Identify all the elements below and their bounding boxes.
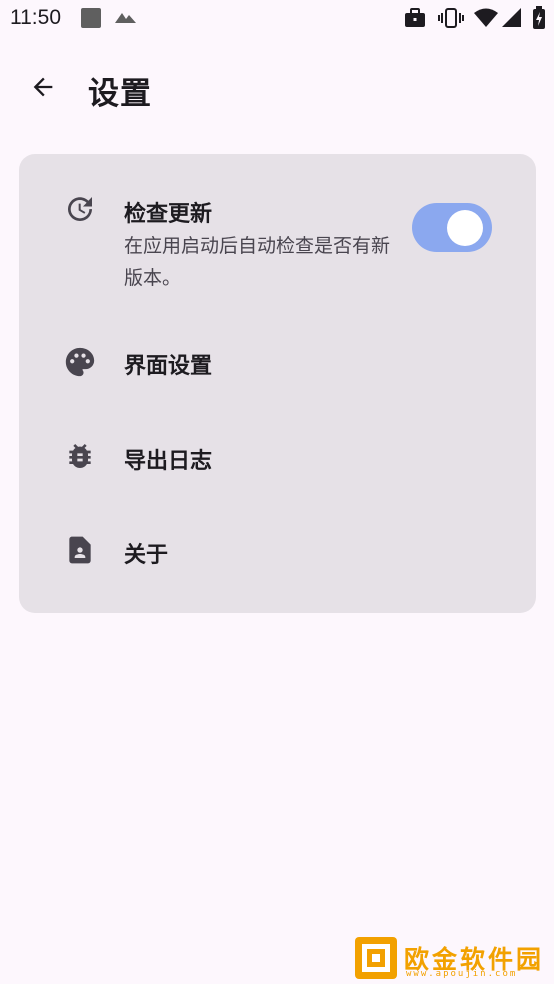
update-history-icon <box>63 192 97 226</box>
signal-app-icon <box>114 9 138 29</box>
bug-icon <box>63 439 97 473</box>
setting-description: 在应用启动后自动检查是否有新版本。 <box>124 235 391 289</box>
app-notification-icon <box>80 7 102 33</box>
watermark: 欧金软件园 www.apoujin.com <box>354 936 549 982</box>
page-title: 设置 <box>88 76 152 112</box>
palette-icon <box>63 345 97 379</box>
status-time: 11:50 <box>10 6 61 29</box>
briefcase-icon <box>404 8 426 32</box>
watermark-url: www.apoujin.com <box>406 969 518 979</box>
settings-card: 检查更新 在应用启动后自动检查是否有新版本。 界面设置 导出日志 关于 <box>19 154 536 613</box>
arrow-back-icon <box>29 73 57 105</box>
cell-signal-icon <box>502 8 522 32</box>
vibrate-icon <box>438 8 464 32</box>
battery-charging-icon <box>532 6 546 34</box>
contact-page-icon <box>63 533 97 567</box>
wifi-icon <box>474 8 498 32</box>
setting-interface[interactable]: 界面设置 <box>19 314 536 408</box>
setting-title: 导出日志 <box>124 449 213 474</box>
setting-export-log[interactable]: 导出日志 <box>19 410 536 504</box>
setting-title: 检查更新 <box>124 202 213 227</box>
toggle-thumb <box>447 210 483 246</box>
setting-about[interactable]: 关于 <box>19 504 536 598</box>
setting-title: 关于 <box>124 543 169 568</box>
setting-check-update[interactable]: 检查更新 在应用启动后自动检查是否有新版本。 <box>19 154 536 304</box>
watermark-logo-icon <box>354 936 398 980</box>
settings-screen: 11:50 设置 检查更新 在应用启动后自动检查是否有新版本。 界面设置 导出日… <box>0 0 554 984</box>
status-bar: 11:50 <box>0 0 554 38</box>
check-update-toggle[interactable] <box>412 203 492 252</box>
back-button[interactable] <box>20 66 66 112</box>
app-bar: 设置 <box>0 56 554 120</box>
setting-title: 界面设置 <box>124 354 213 379</box>
